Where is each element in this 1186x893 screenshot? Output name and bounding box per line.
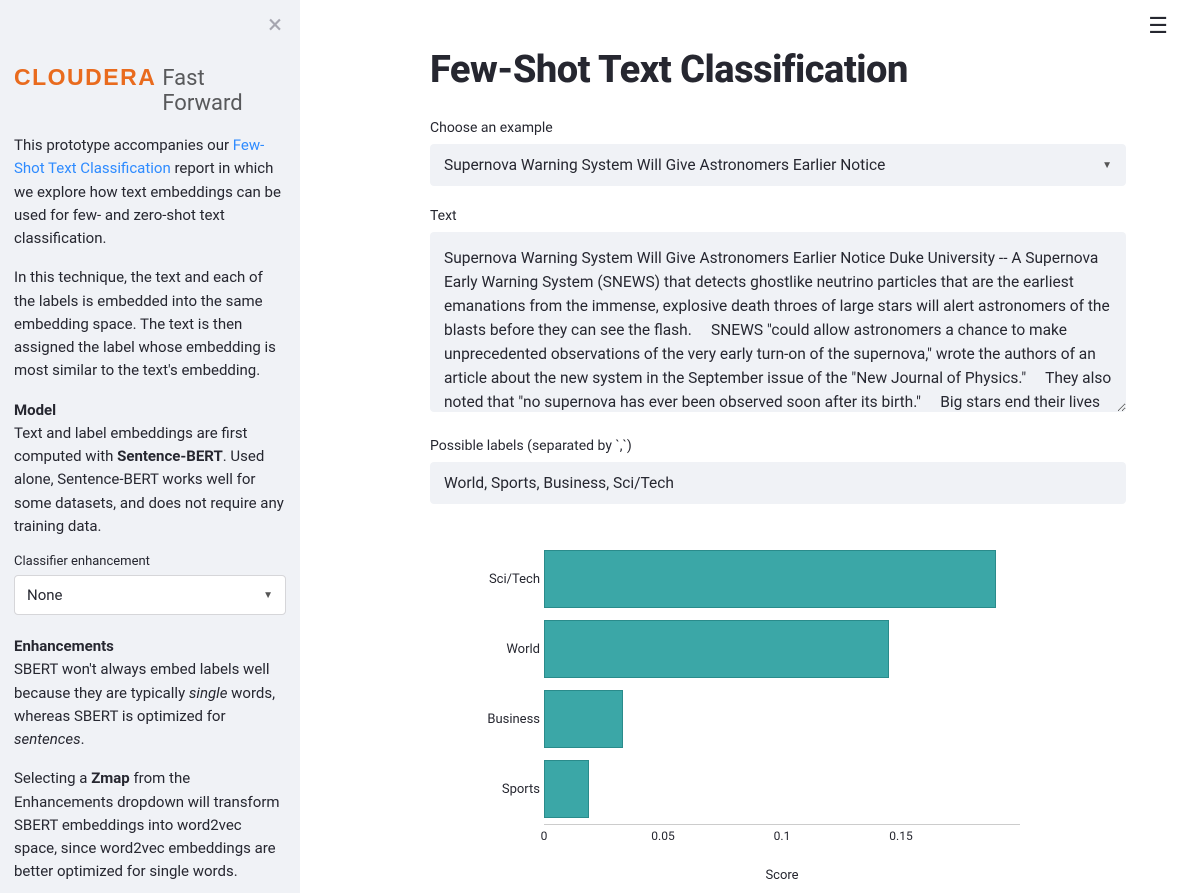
model-bold: Sentence-BERT xyxy=(117,447,223,465)
caret-down-icon: ▼ xyxy=(1102,160,1112,171)
bar-fill xyxy=(544,550,996,608)
enh1-em2: sentences xyxy=(14,730,81,748)
menu-icon[interactable]: ☰ xyxy=(1148,14,1168,39)
bar-row: World xyxy=(460,614,1020,684)
sidebar: × CLOUDERA Fast Forward This prototype a… xyxy=(0,0,300,893)
main-content: Few-Shot Text Classification Choose an e… xyxy=(300,0,1186,893)
axis-tick: 0.1 xyxy=(774,829,791,843)
x-axis-label: Score xyxy=(544,868,1020,883)
bar-track xyxy=(544,620,1020,678)
bar-category-label: Sci/Tech xyxy=(460,572,544,587)
example-select[interactable]: Supernova Warning System Will Give Astro… xyxy=(430,144,1126,186)
model-paragraph: Model Text and label embeddings are firs… xyxy=(14,399,286,539)
score-chart: Sci/Tech World Business Sports 0 0.05 0.1 0.15… xyxy=(460,544,1020,883)
enhancements-heading: Enhancements xyxy=(14,637,114,655)
bar-track xyxy=(544,760,1020,818)
axis-tick: 0 xyxy=(541,829,548,843)
brand: CLOUDERA Fast Forward xyxy=(14,64,286,116)
labels-input[interactable] xyxy=(430,462,1126,504)
close-icon[interactable]: × xyxy=(268,12,282,38)
enh1-em: single xyxy=(189,684,228,702)
bar-row: Business xyxy=(460,684,1020,754)
enh1-end: . xyxy=(81,730,85,748)
bar-category-label: World xyxy=(460,642,544,657)
enhancements-paragraph-1: Enhancements SBERT won't always embed la… xyxy=(14,635,286,751)
bar-row: Sci/Tech xyxy=(460,544,1020,614)
axis-tick: 0.05 xyxy=(651,829,674,843)
brand-name: CLOUDERA xyxy=(14,64,156,91)
bar-track xyxy=(544,690,1020,748)
enhancements-paragraph-2: Selecting a Zmap from the Enhancements d… xyxy=(14,767,286,883)
axis-tick: 0.15 xyxy=(889,829,912,843)
intro-pre: This prototype accompanies our xyxy=(14,136,233,154)
enhancement-select[interactable]: None ▼ xyxy=(14,575,286,615)
bar-track xyxy=(544,550,1020,608)
enhancement-select-label: Classifier enhancement xyxy=(14,554,286,569)
caret-down-icon: ▼ xyxy=(263,590,273,601)
text-label: Text xyxy=(430,208,1126,224)
page-title: Few-Shot Text Classification xyxy=(430,48,1126,92)
enh2-pre: Selecting a xyxy=(14,769,91,787)
example-selected-value: Supernova Warning System Will Give Astro… xyxy=(444,156,885,174)
bar-row: Sports xyxy=(460,754,1020,824)
bar-category-label: Business xyxy=(460,712,544,727)
enh2-bold: Zmap xyxy=(91,769,130,787)
x-axis: 0 0.05 0.1 0.15 xyxy=(544,824,1020,844)
brand-product: Fast Forward xyxy=(162,66,286,116)
labels-label: Possible labels (separated by `,`) xyxy=(430,438,1126,454)
enhancement-select-value: None xyxy=(27,586,63,604)
bar-fill xyxy=(544,760,589,818)
bar-fill xyxy=(544,690,623,748)
bar-fill xyxy=(544,620,889,678)
model-heading: Model xyxy=(14,401,56,419)
intro-paragraph: This prototype accompanies our Few-Shot … xyxy=(14,134,286,250)
example-label: Choose an example xyxy=(430,120,1126,136)
text-input[interactable] xyxy=(430,232,1126,412)
bar-category-label: Sports xyxy=(460,782,544,797)
technique-paragraph: In this technique, the text and each of … xyxy=(14,266,286,382)
